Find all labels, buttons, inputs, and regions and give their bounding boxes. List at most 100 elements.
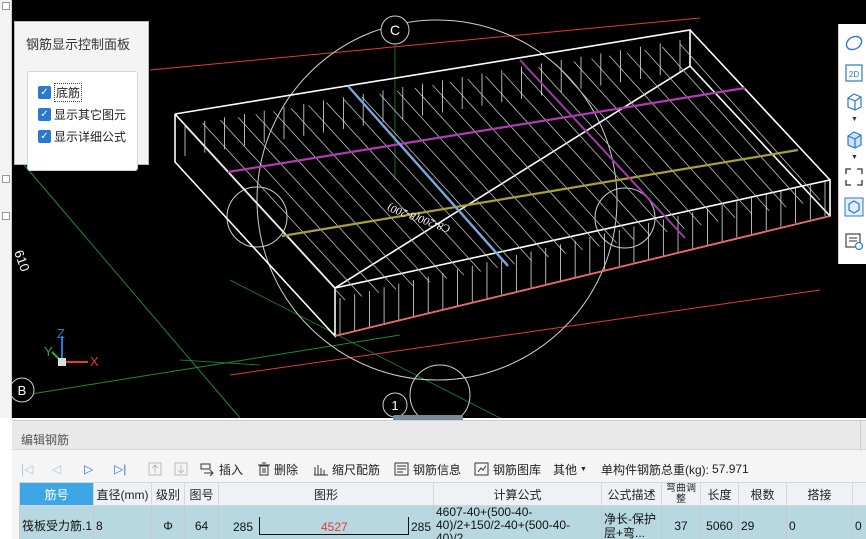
2d-view-icon[interactable]: 2D — [843, 62, 865, 84]
axis-gizmo: X Z Y — [44, 326, 99, 369]
cell-lap[interactable]: 0 — [786, 505, 853, 539]
rebar-library-button[interactable]: 钢筋图库 — [474, 459, 541, 479]
edit-rebar-header: 编辑钢筋 — [12, 420, 866, 451]
axis-label-b: B — [18, 383, 27, 398]
table-row[interactable]: 筏板受力筋.1 8 Φ 64 285 4527 285 4607-40+(500… — [19, 505, 866, 539]
rebar-magenta-diag — [519, 59, 686, 239]
rebar-line — [449, 81, 600, 247]
total-weight-value: 57.971 — [712, 462, 749, 476]
slab-outline — [174, 29, 831, 339]
rebar-line — [255, 114, 414, 286]
rebar-library-icon — [474, 462, 489, 476]
rebar-line — [626, 52, 770, 211]
column-header-shape[interactable]: 图形 — [218, 482, 434, 506]
view-toolbar: 2D ▼ ▼ — [838, 24, 866, 264]
column-header-diameter[interactable]: 直径(mm) — [93, 482, 152, 506]
checkbox-checked-icon[interactable]: ✓ — [38, 130, 51, 143]
other-menu-button[interactable]: 其他 ▼ — [553, 459, 587, 479]
orbit-icon[interactable] — [843, 32, 865, 54]
move-up-button[interactable] — [148, 459, 162, 479]
shape-right-value: 285 — [411, 519, 432, 534]
edit-rebar-toolbar: |◁ ◁ ▷ ▷| 插入 删除 缩尺配筋 钢筋信息 钢筋图库 其他 ▼ 单构件钢… — [12, 457, 866, 481]
rebar-line — [220, 119, 380, 294]
edit-rebar-title: 编辑钢筋 — [21, 433, 70, 447]
rebar-line — [467, 78, 617, 244]
table-header-row: 筋号 直径(mm) 级别 图号 图形 计算公式 公式描述 弯曲调整 长度 根数 … — [19, 482, 866, 506]
column-header-extra[interactable] — [852, 482, 866, 506]
column-header-lap[interactable]: 搭接 — [786, 482, 853, 506]
move-down-button[interactable] — [174, 459, 188, 479]
delete-button[interactable]: 删除 — [257, 459, 298, 479]
cell-diameter[interactable]: 8 — [93, 505, 152, 539]
other-label: 其他 — [553, 462, 578, 477]
column-header-grade[interactable]: 级别 — [151, 482, 185, 506]
cube-view-icon[interactable] — [843, 196, 865, 218]
last-record-button[interactable]: ▷| — [114, 459, 126, 479]
last-record-icon: ▷| — [114, 462, 127, 476]
option-label: 显示详细公式 — [54, 130, 127, 144]
grid-line-mid — [229, 279, 501, 418]
option-show-detailed-formula[interactable]: ✓ 显示详细公式 — [38, 128, 126, 145]
scale-rebar-button[interactable]: 缩尺配筋 — [313, 459, 380, 479]
trash-icon — [258, 462, 270, 476]
rebar-info-icon — [394, 462, 409, 476]
cell-bend-adjust[interactable]: 37 — [661, 505, 701, 539]
rebar-library-label: 钢筋图库 — [493, 462, 542, 477]
fit-view-icon[interactable] — [843, 166, 865, 188]
rebar-info-button[interactable]: 钢筋信息 — [394, 459, 461, 479]
axis-label-c: C — [390, 22, 400, 38]
cell-bar-name[interactable]: 筏板受力筋.1 — [19, 505, 94, 539]
shaded-box-icon[interactable] — [843, 128, 865, 150]
grid-line-left — [19, 159, 241, 418]
option-label: 显示其它图元 — [54, 108, 127, 122]
rebar-view-icon[interactable] — [843, 230, 865, 252]
shape-left-value: 285 — [233, 519, 254, 534]
cell-grade[interactable]: Φ — [151, 505, 185, 539]
cell-count[interactable]: 29 — [738, 505, 787, 539]
rebar-line — [432, 84, 583, 251]
3d-box-icon[interactable] — [843, 90, 865, 112]
move-down-icon — [174, 462, 188, 476]
dock-marker — [2, 175, 10, 183]
cell-shape[interactable]: 285 4527 285 — [218, 505, 434, 539]
insert-icon — [200, 463, 214, 476]
column-header-figure-no[interactable]: 图号 — [184, 482, 219, 506]
cell-length[interactable]: 5060 — [700, 505, 739, 539]
column-header-formula-desc[interactable]: 公式描述 — [601, 482, 662, 506]
3d-viewport[interactable]: C B 1 610 C8-200(8-200) X Z Y 钢筋显示控制面板 ✓… — [0, 0, 866, 418]
gizmo-x-label: X — [90, 354, 99, 369]
panel-edge — [860, 421, 866, 451]
chevron-down-icon: ▼ — [580, 465, 587, 473]
cell-formula-desc[interactable]: 净长-保护层+弯... — [601, 505, 662, 539]
cell-formula[interactable]: 4607-40+(500-40-40)/2+150/2-40+(500-40-4… — [433, 505, 602, 539]
rebar-magenta-top — [227, 86, 746, 174]
control-panel-title: 钢筋显示控制面板 — [26, 37, 131, 52]
checkbox-checked-icon[interactable]: ✓ — [38, 86, 51, 99]
column-header-bend-adjust[interactable]: 弯曲调整 — [661, 482, 701, 506]
2d-label: 2D — [849, 70, 859, 79]
rebar-table: 筋号 直径(mm) 级别 图号 图形 计算公式 公式描述 弯曲调整 长度 根数 … — [19, 482, 866, 539]
rebar-line — [379, 93, 532, 261]
first-record-button[interactable]: |◁ — [21, 459, 33, 479]
option-bottom-rebar[interactable]: ✓ 底筋 — [38, 83, 83, 102]
next-icon: ▷ — [84, 462, 94, 476]
control-panel-options: ✓ 底筋 ✓ 显示其它图元 ✓ 显示详细公式 — [27, 71, 138, 171]
next-record-button[interactable]: ▷ — [84, 459, 93, 479]
previous-icon: ◁ — [52, 462, 62, 476]
rebar-line — [343, 99, 498, 269]
chevron-down-icon[interactable]: ▼ — [851, 154, 858, 161]
insert-button[interactable]: 插入 — [200, 459, 243, 479]
axis-label-left-edge: 610 — [11, 248, 33, 274]
option-show-other-elements[interactable]: ✓ 显示其它图元 — [38, 106, 126, 123]
cell-figure-no[interactable]: 64 — [184, 505, 219, 539]
chevron-down-icon[interactable]: ▼ — [851, 116, 858, 123]
column-header-bar-no[interactable]: 筋号 — [19, 482, 94, 506]
column-header-count[interactable]: 根数 — [738, 482, 787, 506]
column-header-formula[interactable]: 计算公式 — [433, 482, 602, 506]
dock-marker — [2, 2, 10, 10]
checkbox-checked-icon[interactable]: ✓ — [38, 108, 51, 121]
column-header-length[interactable]: 长度 — [700, 482, 739, 506]
cell-extra[interactable]: 0 — [852, 505, 866, 539]
delete-label: 删除 — [274, 462, 299, 477]
previous-record-button[interactable]: ◁ — [52, 459, 61, 479]
